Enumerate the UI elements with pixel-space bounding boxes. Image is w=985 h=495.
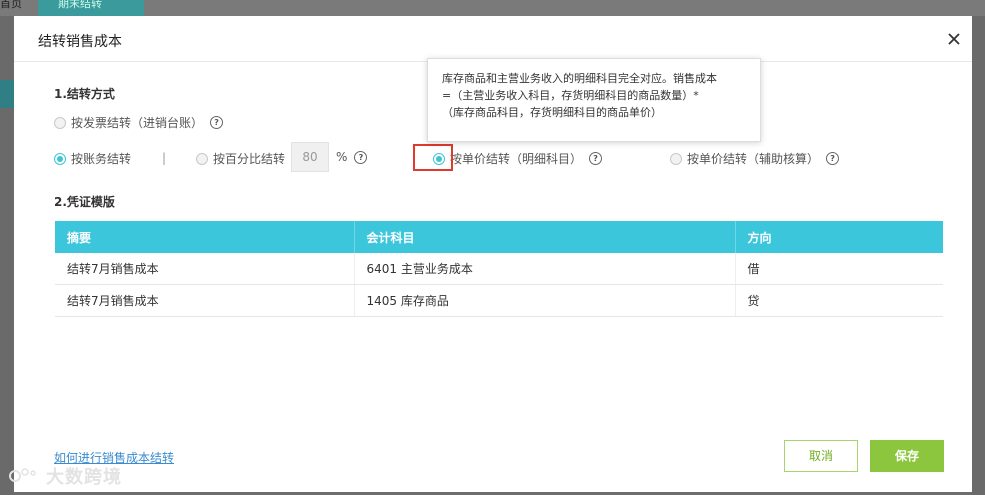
column-header-account: 会计科目	[354, 221, 736, 253]
option-by-percent[interactable]: 按百分比结转	[196, 150, 285, 167]
option-separator: |	[162, 151, 167, 165]
option-unit-price-detail[interactable]: 按单价结转（明细科目） ?	[433, 150, 603, 167]
section-method-title: 1.结转方式	[54, 87, 115, 101]
tooltip-line: =（主营业务收入科目，存货明细科目的商品数量）*	[442, 89, 699, 102]
table-row: 结转7月销售成本 6401 主营业务成本 借	[55, 253, 943, 285]
close-button[interactable]	[946, 31, 962, 47]
cell-account: 6401 主营业务成本	[354, 253, 736, 285]
highlight-box	[413, 144, 453, 171]
option-by-invoice-label: 按发票结转（进销台账）	[71, 116, 204, 130]
background-app-header	[0, 0, 985, 16]
option-unit-price-aux[interactable]: 按单价结转（辅助核算） ?	[670, 150, 840, 167]
radio-by-invoice[interactable]	[54, 116, 66, 129]
background-right-edge	[972, 16, 985, 495]
cell-summary: 结转7月销售成本	[55, 253, 355, 285]
table-header-row: 摘要 会计科目 方向	[55, 221, 943, 253]
table-row: 结转7月销售成本 1405 库存商品 贷	[55, 284, 943, 317]
radio-by-account-selected[interactable]	[54, 152, 66, 165]
watermark-text: 大数跨境	[46, 467, 122, 488]
tooltip-line: 库存商品和主营业务收入的明细科目完全对应。销售成本	[442, 72, 717, 85]
option-by-percent-label: 按百分比结转	[213, 152, 286, 166]
option-by-account[interactable]: 按账务结转	[54, 150, 131, 167]
tooltip-line: （库存商品科目，存货明细科目的商品单价）	[442, 106, 662, 119]
dialog-header: 结转销售成本	[14, 16, 972, 62]
cell-account: 1405 库存商品	[354, 284, 736, 317]
voucher-template-table: 摘要 会计科目 方向 结转7月销售成本 6401 主营业务成本 借 结转7月销售…	[55, 221, 943, 317]
help-icon[interactable]: ?	[210, 116, 224, 129]
help-icon[interactable]: ?	[354, 150, 368, 164]
background-tab-period-end: 期末结转	[38, 0, 144, 16]
carry-forward-sales-cost-dialog: 结转销售成本 1.结转方式 按发票结转（进销台账） ? 按账务结转 | 按百分比…	[14, 16, 972, 492]
option-unit-price-aux-label: 按单价结转（辅助核算）	[687, 152, 820, 166]
help-icon[interactable]: ?	[589, 152, 603, 165]
percent-sign: %	[336, 150, 348, 164]
radio-by-percent[interactable]	[196, 152, 208, 165]
percent-input[interactable]: 80	[291, 142, 329, 172]
close-icon	[948, 33, 960, 45]
column-header-summary: 摘要	[55, 221, 355, 253]
option-by-account-label: 按账务结转	[71, 152, 132, 166]
save-button[interactable]: 保存	[870, 440, 944, 472]
dialog-title: 结转销售成本	[38, 34, 122, 50]
background-left-teal-strip	[0, 80, 14, 108]
watermark-logo-icon	[9, 468, 36, 482]
column-header-direction: 方向	[735, 221, 943, 253]
help-icon[interactable]: ?	[826, 152, 840, 165]
cancel-button[interactable]: 取消	[784, 440, 858, 472]
option-unit-price-detail-label: 按单价结转（明细科目）	[450, 152, 583, 166]
option-by-invoice[interactable]: 按发票结转（进销台账） ?	[54, 114, 224, 131]
cell-direction: 借	[735, 253, 943, 285]
radio-unit-price-aux[interactable]	[670, 152, 682, 165]
percent-sign-group: % ?	[336, 150, 368, 164]
section-voucher-template-title: 2.凭证模版	[54, 195, 115, 209]
cell-direction: 贷	[735, 284, 943, 317]
watermark: 大数跨境	[8, 463, 122, 489]
help-tooltip: 库存商品和主营业务收入的明细科目完全对应。销售成本 =（主营业务收入科目，存货明…	[427, 58, 761, 142]
cell-summary: 结转7月销售成本	[55, 284, 355, 317]
background-tab-home: 首页	[0, 0, 22, 10]
